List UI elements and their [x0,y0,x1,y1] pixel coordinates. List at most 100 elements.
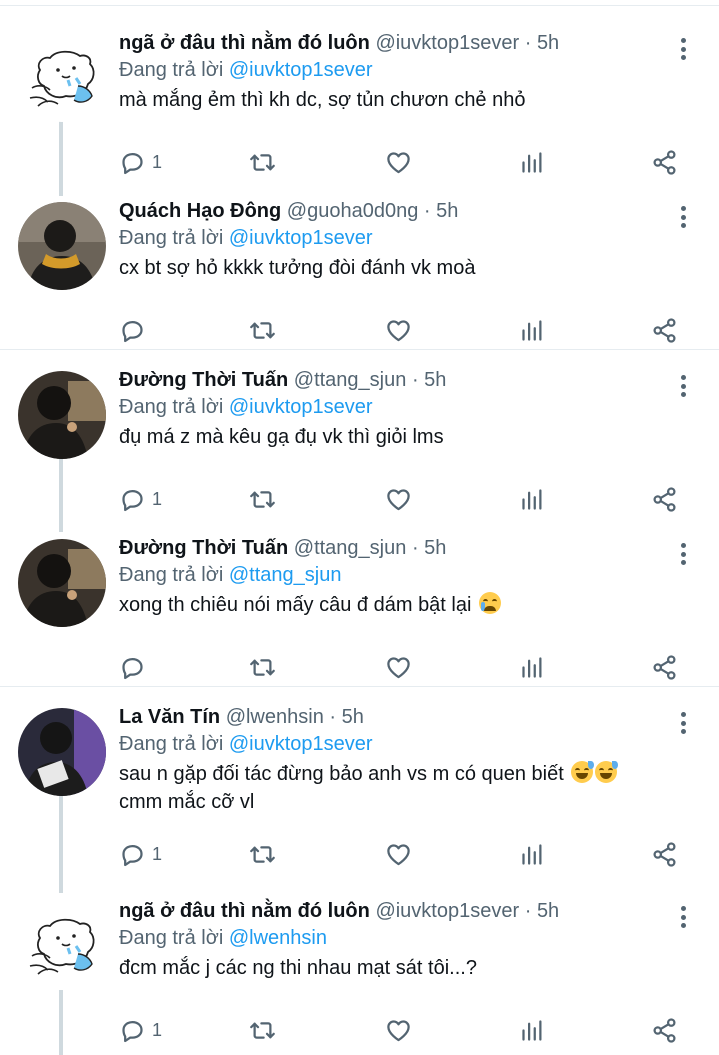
tweet-actions [119,316,689,346]
tweet-card[interactable]: Đường Thời Tuấn @ttang_sjun · 5h Đang tr… [0,343,719,511]
like-button[interactable] [385,485,412,513]
timestamp[interactable]: 5h [436,200,458,222]
more-options-icon[interactable] [673,904,693,930]
retweet-button[interactable] [249,1016,276,1044]
reply-mention-link[interactable]: @ttang_sjun [229,564,342,586]
user-handle[interactable]: @guoha0d0ng [287,200,419,222]
heart-icon [385,841,412,868]
more-options-icon[interactable] [673,710,693,736]
share-button[interactable] [651,840,678,868]
share-button[interactable] [651,485,678,513]
retweet-button[interactable] [249,485,276,513]
avatar[interactable] [18,539,106,627]
display-name[interactable]: La Văn Tín [119,706,220,728]
user-handle[interactable]: @iuvktop1sever [375,900,519,922]
display-name[interactable]: ngã ở đâu thì nằm đó luôn [119,32,370,54]
reply-prefix: Đang trả lời [119,227,224,249]
timestamp[interactable]: 5h [537,900,559,922]
avatar[interactable] [18,371,106,459]
bar-chart-icon [519,654,546,681]
reply-mention-link[interactable]: @iuvktop1sever [229,733,373,755]
share-button[interactable] [651,1016,678,1044]
retweet-button[interactable] [249,840,276,868]
reply-button[interactable]: 1 [119,1016,162,1044]
tweet-text: sau n gặp đối tác đừng bảo anh vs m có q… [119,763,564,785]
stats-button[interactable] [519,653,546,681]
avatar[interactable] [18,902,106,990]
reply-icon [119,1017,146,1044]
share-icon [651,1017,678,1044]
heart-icon [385,317,412,344]
reply-button[interactable]: 1 [119,485,162,513]
reply-icon [119,841,146,868]
user-handle[interactable]: @iuvktop1sever [375,32,519,54]
avatar[interactable] [18,34,106,122]
cartoon-bear-avatar-icon [18,902,106,990]
share-button[interactable] [651,653,678,681]
share-button[interactable] [651,316,678,344]
timestamp[interactable]: 5h [424,537,446,559]
bar-chart-icon [519,486,546,513]
like-button[interactable] [385,840,412,868]
retweet-button[interactable] [249,653,276,681]
heart-icon [385,149,412,176]
stats-button[interactable] [519,148,546,176]
like-button[interactable] [385,653,412,681]
share-icon [651,654,678,681]
user-handle[interactable]: @ttang_sjun [294,537,407,559]
grinning-sweat-emoji-icon [595,761,619,783]
user-handle[interactable]: @lwenhsin [226,706,324,728]
reply-mention-link[interactable]: @lwenhsin [229,927,327,949]
retweet-icon [249,149,276,176]
avatar[interactable] [18,708,106,796]
display-name[interactable]: Đường Thời Tuấn [119,369,288,391]
crying-face-emoji-icon [479,592,501,614]
separator-dot: · [411,537,419,559]
tweet-card[interactable]: Đường Thời Tuấn @ttang_sjun · 5h Đang tr… [0,511,719,679]
tweet-card[interactable]: ngã ở đâu thì nằm đó luôn @iuvktop1sever… [0,874,719,1055]
more-options-icon[interactable] [673,373,693,399]
share-icon [651,841,678,868]
more-options-icon[interactable] [673,204,693,230]
timestamp[interactable]: 5h [424,369,446,391]
timestamp[interactable]: 5h [342,706,364,728]
reply-button[interactable]: 1 [119,840,162,868]
stats-button[interactable] [519,840,546,868]
like-button[interactable] [385,148,412,176]
timestamp[interactable]: 5h [537,32,559,54]
more-options-icon[interactable] [673,36,693,62]
reply-button[interactable] [119,316,152,344]
tweet-card[interactable]: ngã ở đâu thì nằm đó luôn @iuvktop1sever… [0,6,719,174]
retweet-button[interactable] [249,316,276,344]
retweet-button[interactable] [249,148,276,176]
reply-mention-link[interactable]: @iuvktop1sever [229,59,373,81]
like-button[interactable] [385,1016,412,1044]
tweet-card[interactable]: La Văn Tín @lwenhsin · 5h Đang trả lời @… [0,680,719,880]
stats-button[interactable] [519,1016,546,1044]
tweet-text: đcm mắc j các ng thi nhau mạt sát tôi...… [119,957,477,979]
display-name[interactable]: Quách Hạo Đông [119,200,281,222]
user-handle[interactable]: @ttang_sjun [294,369,407,391]
reply-prefix: Đang trả lời [119,927,224,949]
share-icon [651,317,678,344]
divider [0,686,719,687]
separator-dot: · [411,369,419,391]
display-name[interactable]: ngã ở đâu thì nằm đó luôn [119,900,370,922]
like-button[interactable] [385,316,412,344]
reply-button[interactable] [119,653,152,681]
stats-button[interactable] [519,316,546,344]
separator-dot: · [524,900,532,922]
reply-mention-link[interactable]: @iuvktop1sever [229,227,373,249]
reply-button[interactable]: 1 [119,148,162,176]
person-photo-avatar-icon [18,202,106,290]
stats-button[interactable] [519,485,546,513]
share-button[interactable] [651,148,678,176]
more-options-icon[interactable] [673,541,693,567]
tweet-card[interactable]: Quách Hạo Đông @guoha0d0ng · 5h Đang trả… [0,174,719,342]
retweet-icon [249,486,276,513]
separator-dot: · [329,706,337,728]
person-photo-avatar-icon [18,539,106,627]
display-name[interactable]: Đường Thời Tuấn [119,537,288,559]
reply-mention-link[interactable]: @iuvktop1sever [229,396,373,418]
avatar[interactable] [18,202,106,290]
